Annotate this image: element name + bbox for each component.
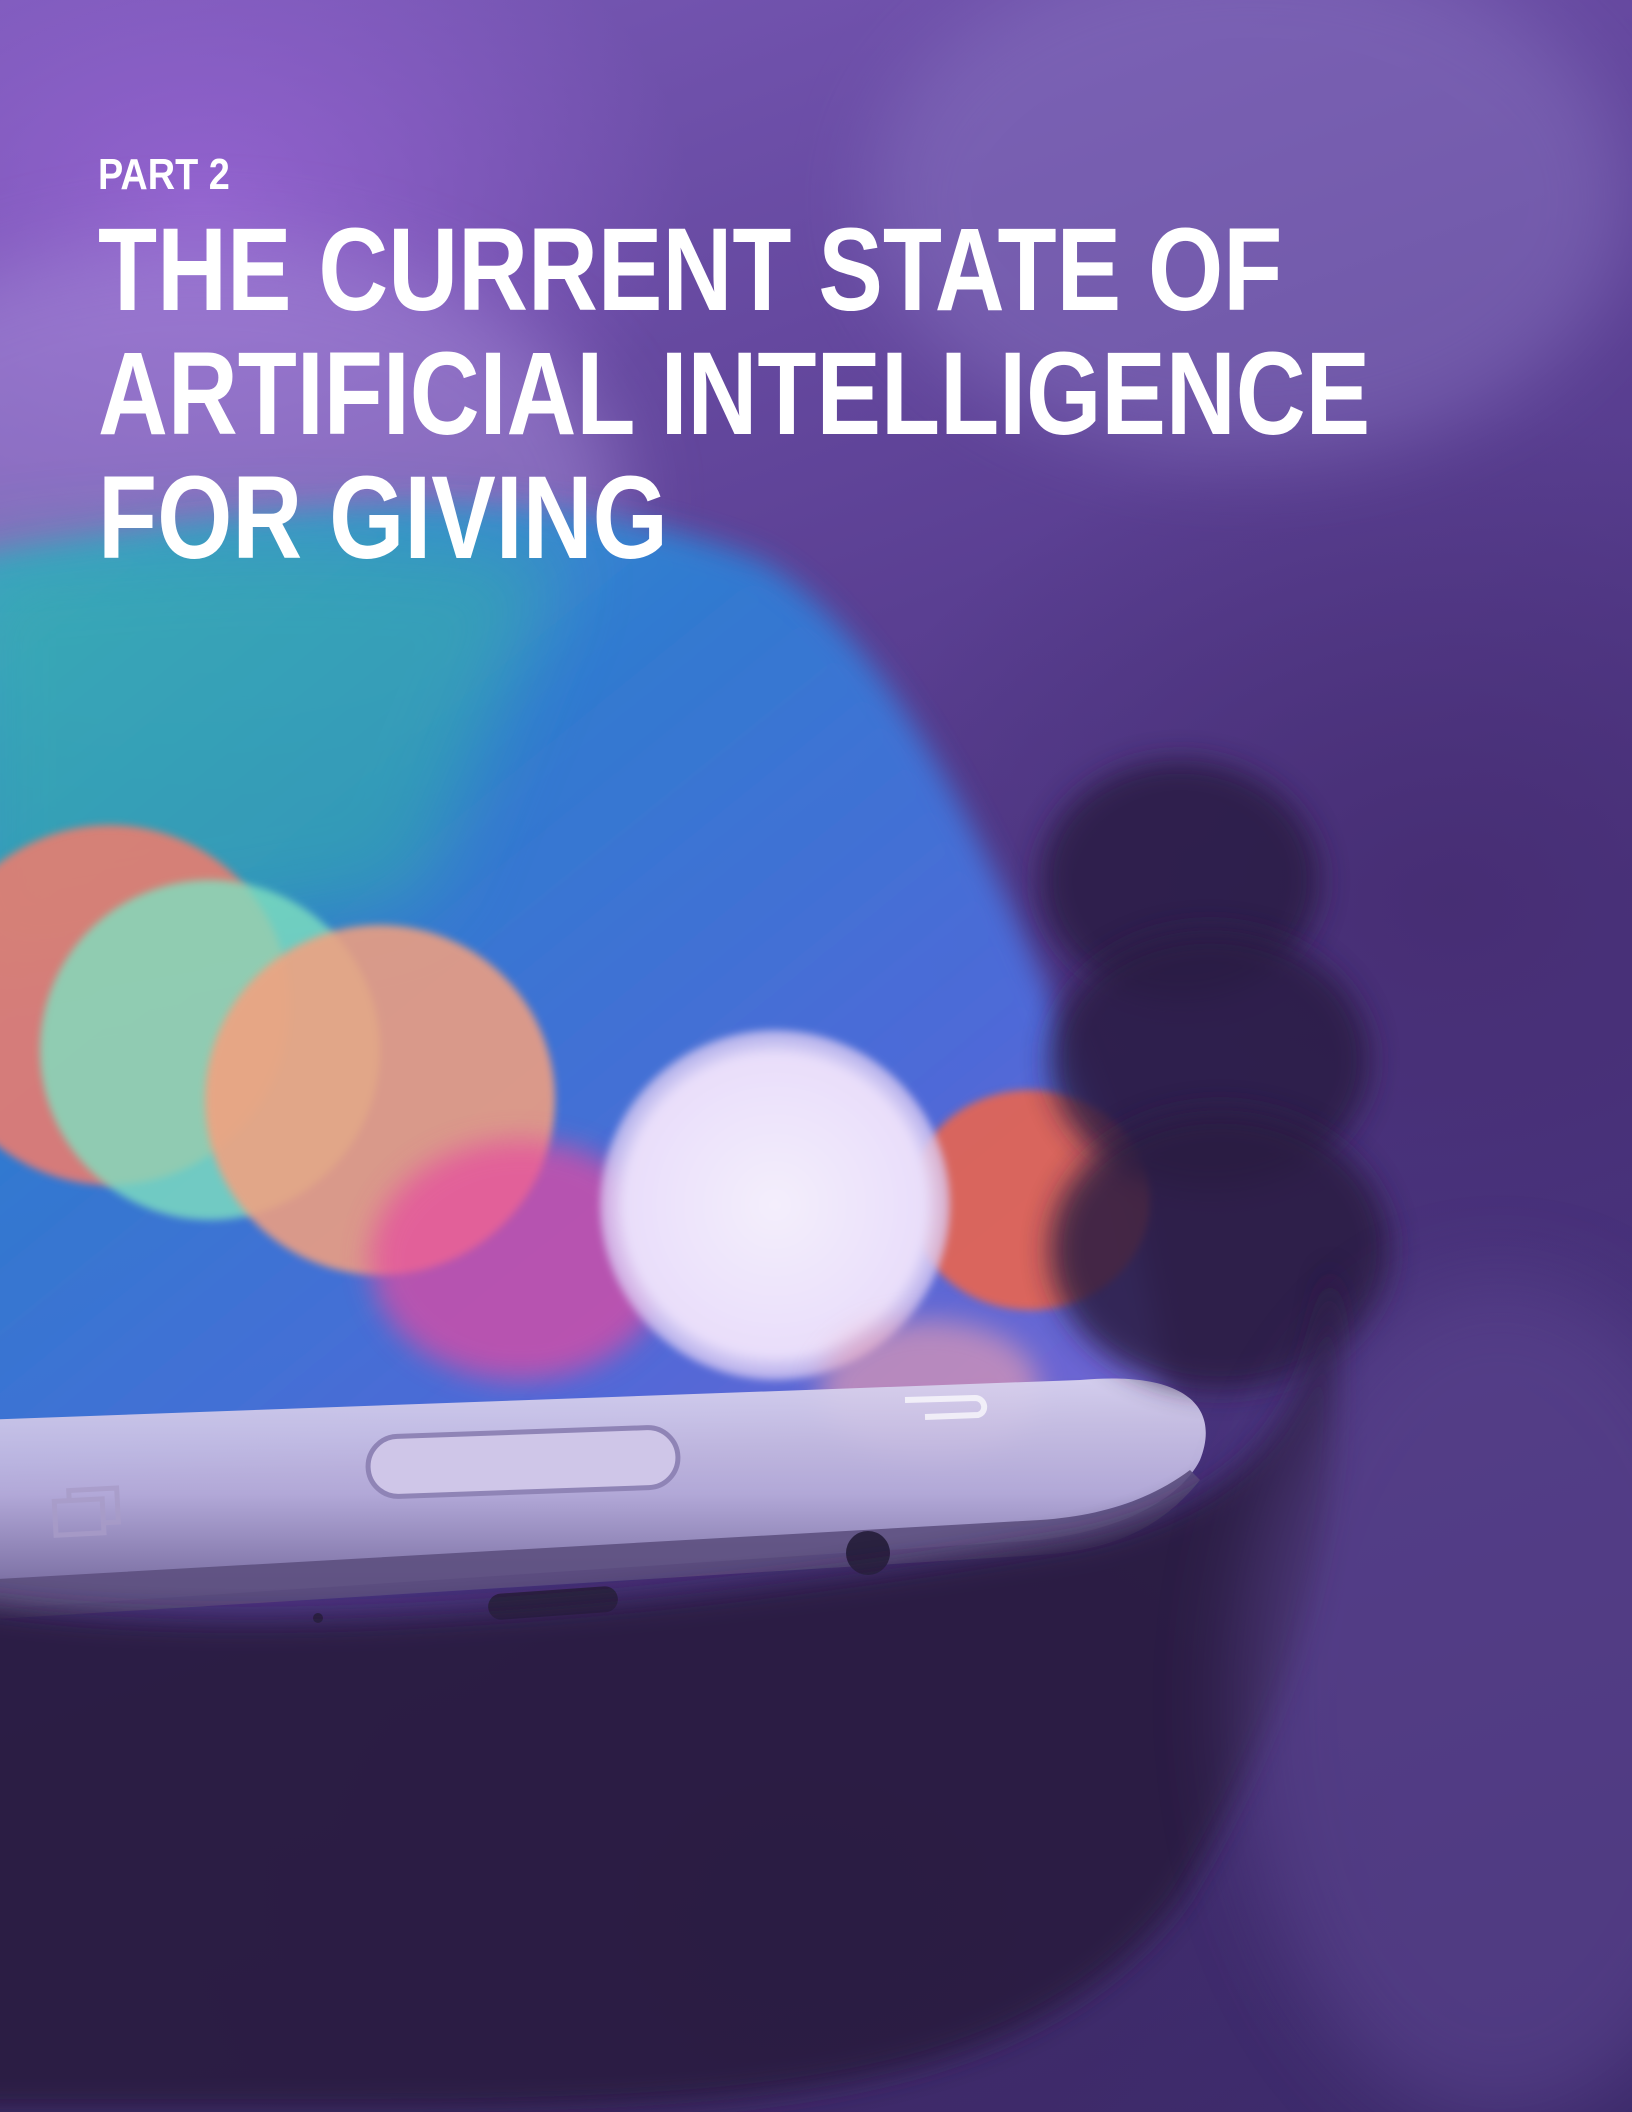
home-button-shape (365, 1425, 681, 1499)
page-title: THE CURRENT STATE OF ARTIFICIAL INTELLIG… (98, 204, 1371, 584)
title-line: THE CURRENT STATE OF (98, 204, 1283, 336)
title-line: ARTIFICIAL INTELLIGENCE (98, 328, 1371, 460)
headphone-jack (846, 1531, 890, 1575)
page: PART 2 THE CURRENT STATE OF ARTIFICIAL I… (0, 0, 1632, 2112)
headline-block: PART 2 THE CURRENT STATE OF ARTIFICIAL I… (98, 150, 1498, 580)
finger-lower (1050, 1110, 1390, 1390)
part-label: PART 2 (98, 150, 230, 199)
title-line: FOR GIVING (98, 452, 668, 584)
